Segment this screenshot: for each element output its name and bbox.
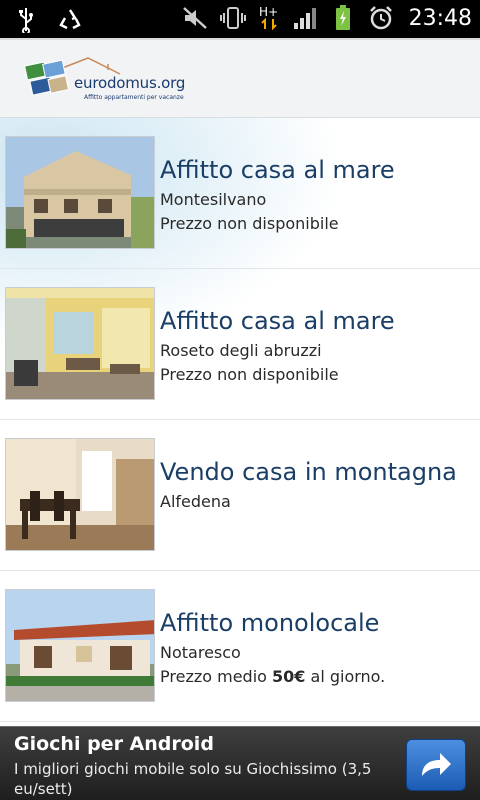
logo-tagline: Affitto appartamenti per vacanze: [84, 94, 184, 101]
recycle-icon: [56, 6, 84, 34]
ad-text: I migliori giochi mobile solo su Giochis…: [14, 760, 372, 798]
list-item[interactable]: Affitto casa al mare Roseto degli abruzz…: [0, 269, 480, 420]
listing-price: Prezzo medio 50€ al giorno.: [160, 667, 385, 686]
listing-thumbnail: [5, 287, 155, 400]
status-bar-right: H+ 23:48: [181, 4, 472, 32]
eurodomus-logo[interactable]: eurodomus.org Affitto appartamenti per v…: [24, 54, 186, 112]
list-item[interactable]: Vendo casa in montagna Alfedena: [0, 420, 480, 571]
mute-icon: [181, 4, 209, 32]
battery-charging-icon: [329, 4, 357, 32]
network-type-label: H+: [259, 5, 279, 19]
status-bar-left: [12, 6, 84, 34]
price-prefix: Prezzo medio: [160, 667, 273, 686]
listing-title: Affitto monolocale: [160, 609, 380, 637]
app-header: eurodomus.org Affitto appartamenti per v…: [0, 38, 480, 118]
ad-open-button[interactable]: [406, 739, 466, 791]
ad-banner[interactable]: Giochi per Android I migliori giochi mob…: [0, 726, 480, 800]
listing-thumbnail: [5, 136, 155, 249]
logo-text: eurodomus.org: [74, 74, 186, 92]
listing-thumbnail: [5, 589, 155, 702]
listing-title: Affitto casa al mare: [160, 307, 395, 335]
share-arrow-icon: [422, 753, 451, 776]
listing-title: Affitto casa al mare: [160, 156, 395, 184]
alarm-icon: [367, 4, 395, 32]
clock: 23:48: [408, 5, 472, 31]
list-item[interactable]: Affitto casa al mare Montesilvano Prezzo…: [0, 118, 480, 269]
listing-location: Montesilvano: [160, 190, 267, 209]
network-hplus-icon: H+: [257, 4, 281, 32]
signal-icon: [291, 4, 319, 32]
listing-price: Prezzo non disponibile: [160, 214, 339, 233]
ad-title: Giochi per Android: [14, 733, 214, 755]
price-suffix: al giorno.: [305, 667, 386, 686]
listing-location: Notaresco: [160, 643, 241, 662]
usb-icon: [12, 6, 40, 34]
vibrate-icon: [219, 4, 247, 32]
listing-price: Prezzo non disponibile: [160, 365, 339, 384]
listing-list[interactable]: Affitto casa al mare Montesilvano Prezzo…: [0, 118, 480, 726]
status-bar: H+ 23:48: [0, 0, 480, 38]
listing-location: Roseto degli abruzzi: [160, 341, 322, 360]
listing-thumbnail: [5, 438, 155, 551]
listing-location: Alfedena: [160, 492, 231, 511]
list-item[interactable]: Affitto monolocale Notaresco Prezzo medi…: [0, 571, 480, 722]
listing-title: Vendo casa in montagna: [160, 458, 457, 486]
price-value: 50€: [272, 667, 306, 686]
